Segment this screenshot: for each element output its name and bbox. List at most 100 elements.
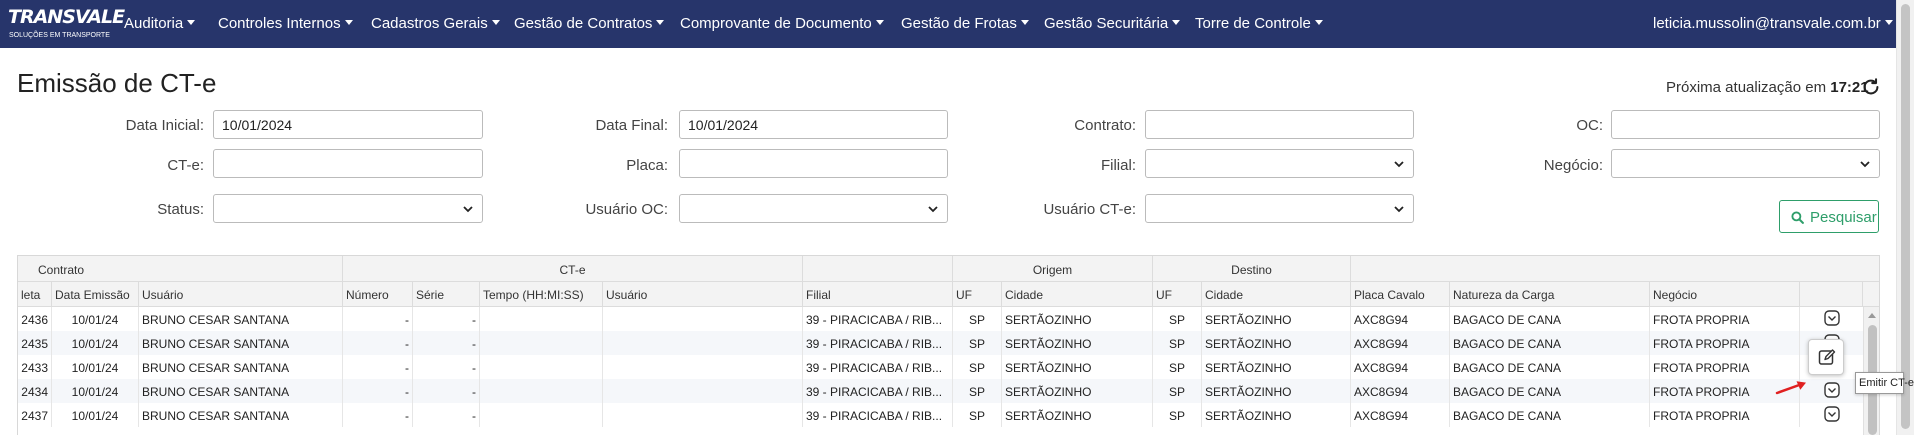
col-ocoleta[interactable]: leta — [18, 282, 52, 307]
status-select[interactable] — [213, 194, 483, 223]
label-oc: OC: — [1576, 117, 1603, 134]
edit-icon — [1818, 349, 1836, 365]
nav-gestao-securitaria[interactable]: Gestão Securitária — [1044, 15, 1181, 32]
chevron-circle-icon — [1824, 382, 1840, 398]
grid-column-header: leta Data Emissão Usuário Número Série T… — [18, 282, 1879, 307]
col-placa-cavalo[interactable]: Placa Cavalo — [1351, 282, 1450, 307]
chevron-down-icon — [463, 206, 473, 213]
cell-usuario: BRUNO CESAR SANTANA — [139, 403, 343, 427]
cell-uf-o: SP — [953, 355, 1002, 379]
cell-filial: 39 - PIRACICABA / RIB... — [803, 379, 953, 403]
refresh-label: Próxima atualização em — [1666, 79, 1827, 96]
nav-cadastros-gerais[interactable]: Cadastros Gerais — [371, 15, 500, 32]
col-actions — [1800, 282, 1863, 307]
col-uf-destino[interactable]: UF — [1153, 282, 1202, 307]
user-menu[interactable]: leticia.mussolin@transvale.com.br — [1653, 15, 1893, 32]
cell-tempo — [480, 307, 603, 331]
grid-scrollbar[interactable] — [1863, 307, 1879, 435]
nav-label: Cadastros Gerais — [371, 15, 488, 32]
cell-serie: - — [413, 307, 480, 331]
nav-comprovante-documento[interactable]: Comprovante de Documento — [680, 15, 884, 32]
chevron-down-icon — [1860, 161, 1870, 168]
cell-placa: AXC8G94 — [1351, 355, 1450, 379]
search-button[interactable]: Pesquisar — [1779, 200, 1879, 233]
cell-numero: - — [343, 403, 413, 427]
cell-tempo — [480, 403, 603, 427]
nav-gestao-frotas[interactable]: Gestão de Frotas — [901, 15, 1029, 32]
col-data-emissao[interactable]: Data Emissão — [52, 282, 139, 307]
col-usuario-cte[interactable]: Usuário — [603, 282, 803, 307]
filial-select[interactable] — [1145, 149, 1414, 178]
cell-placa: AXC8G94 — [1351, 331, 1450, 355]
negocio-select[interactable] — [1611, 149, 1880, 178]
col-natureza-carga[interactable]: Natureza da Carga — [1450, 282, 1650, 307]
table-row[interactable]: 2435 10/01/24 BRUNO CESAR SANTANA - -39 - PI… — [18, 331, 1879, 355]
col-negocio[interactable]: Negócio — [1650, 282, 1800, 307]
data-inicial-input[interactable]: 10/01/2024 — [213, 110, 483, 139]
col-usuario[interactable]: Usuário — [139, 282, 343, 307]
chevron-down-icon — [928, 206, 938, 213]
cell-tempo — [480, 355, 603, 379]
cell-data: 10/01/24 — [52, 379, 139, 403]
row-action-icon[interactable] — [1823, 309, 1843, 329]
table-row[interactable]: 2433 10/01/24 BRUNO CESAR SANTANA - -39 - PI… — [18, 355, 1879, 379]
scroll-up-icon[interactable] — [1868, 313, 1876, 318]
col-tempo[interactable]: Tempo (HH:MI:SS) — [480, 282, 603, 307]
cell-placa: AXC8G94 — [1351, 379, 1450, 403]
cell-uf-d: SP — [1153, 331, 1202, 355]
cell-numero: - — [343, 307, 413, 331]
cell-data: 10/01/24 — [52, 307, 139, 331]
cell-uf-d: SP — [1153, 307, 1202, 331]
cell-data: 10/01/24 — [52, 331, 139, 355]
row-action-icon[interactable] — [1823, 381, 1843, 401]
cell-uf-o: SP — [953, 379, 1002, 403]
usuario-oc-select[interactable] — [679, 194, 948, 223]
cell-tempo — [480, 379, 603, 403]
cell-tempo — [480, 331, 603, 355]
usuario-cte-select[interactable] — [1145, 194, 1414, 223]
emitir-cte-button[interactable] — [1808, 339, 1844, 375]
contrato-input[interactable] — [1145, 110, 1414, 139]
cte-input[interactable] — [213, 149, 483, 178]
cell-cidade-d: SERTÃOZINHO — [1202, 403, 1351, 427]
refresh-icon[interactable] — [1860, 76, 1882, 98]
nav-gestao-contratos[interactable]: Gestão de Contratos — [514, 15, 665, 32]
nav-torre-controle[interactable]: Torre de Controle — [1195, 15, 1323, 32]
nav-controles-internos[interactable]: Controles Internos — [218, 15, 353, 32]
col-serie[interactable]: Série — [413, 282, 480, 307]
col-cidade-origem[interactable]: Cidade — [1002, 282, 1153, 307]
cell-cidade-d: SERTÃOZINHO — [1202, 331, 1351, 355]
label-status: Status: — [157, 201, 204, 218]
table-row[interactable]: 2437 10/01/24 BRUNO CESAR SANTANA - -39 - PI… — [18, 403, 1879, 427]
nav-label: Gestão Securitária — [1044, 15, 1169, 32]
cell-serie: - — [413, 331, 480, 355]
nav-auditoria[interactable]: Auditoria — [124, 15, 196, 32]
cell-cidade-o: SERTÃOZINHO — [1002, 307, 1153, 331]
transvale-logo[interactable]: TRANSVALE SOLUÇÕES EM TRANSPORTE — [8, 6, 125, 42]
row-action-icon[interactable] — [1823, 405, 1843, 425]
emitir-cte-tooltip: Emitir CT-e — [1855, 372, 1914, 394]
cell-filial: 39 - PIRACICABA / RIB... — [803, 307, 953, 331]
grid-group-header: Contrato CT-e Origem Destino — [18, 256, 1879, 282]
col-numero[interactable]: Número — [343, 282, 413, 307]
table-row[interactable]: 2436 10/01/24 BRUNO CESAR SANTANA - -39 - PI… — [18, 307, 1879, 331]
placa-input[interactable] — [679, 149, 948, 178]
cell-cidade-o: SERTÃOZINHO — [1002, 403, 1153, 427]
cell-usuario-cte — [603, 355, 803, 379]
cell-numero: - — [343, 355, 413, 379]
label-contrato: Contrato: — [1074, 117, 1136, 134]
page-scrollbar[interactable] — [1896, 0, 1914, 435]
caret-down-icon — [875, 20, 884, 25]
cell-natureza: BAGACO DE CANA — [1450, 307, 1650, 331]
cell-uf-o: SP — [953, 307, 1002, 331]
cell-placa: AXC8G94 — [1351, 403, 1450, 427]
oc-input[interactable] — [1611, 110, 1880, 139]
col-filial[interactable]: Filial — [803, 282, 953, 307]
table-row[interactable]: 2434 10/01/24 BRUNO CESAR SANTANA - -39 - PI… — [18, 379, 1879, 403]
col-cidade-destino[interactable]: Cidade — [1202, 282, 1351, 307]
group-destino: Destino — [1153, 256, 1351, 282]
cell-natureza: BAGACO DE CANA — [1450, 403, 1650, 427]
col-uf-origem[interactable]: UF — [953, 282, 1002, 307]
scrollbar-thumb[interactable] — [1901, 4, 1910, 429]
data-final-input[interactable]: 10/01/2024 — [679, 110, 948, 139]
